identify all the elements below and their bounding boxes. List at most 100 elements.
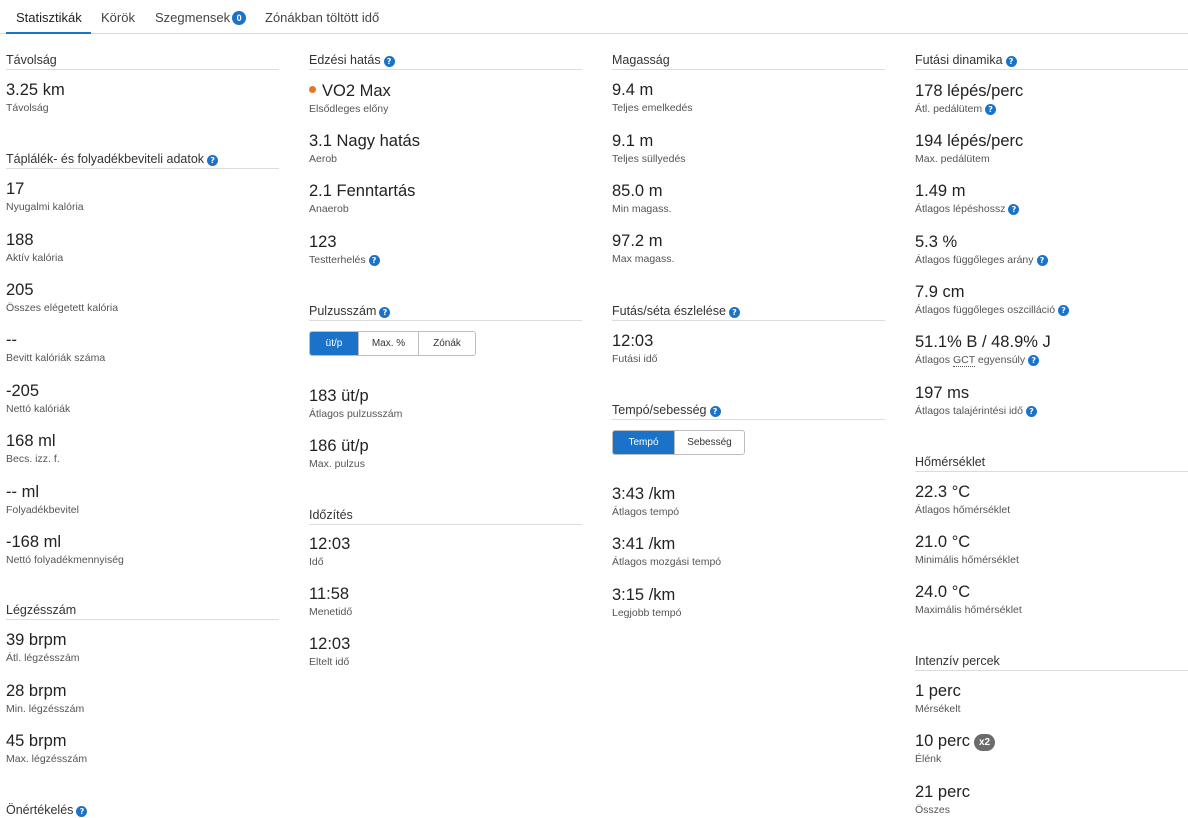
toggle-max-percent[interactable]: Max. % [358,332,418,355]
help-icon[interactable]: ? [1025,406,1037,417]
help-icon[interactable]: ? [379,307,391,318]
stat-label: Idő [309,556,324,568]
section-title-training-effect: Edzési hatás? [309,53,582,70]
stat-value: 39 brpm [6,631,67,649]
stat-label: Átlagos talajérintési idő [915,405,1023,417]
stat-value: -168 ml [6,533,62,551]
stat-label: Nettó folyadékmennyiség [6,554,124,566]
tab-laps[interactable]: Körök [101,10,135,25]
stat-label: Összes [915,804,951,816]
stat-value: 2.1 Fenntartás [309,182,416,200]
stat-elapsed-time: 12:03 Eltelt idő [309,634,582,668]
stat-label: Teljes süllyedés [612,153,686,165]
stat-label: Összes elégetett kalória [6,302,119,314]
help-icon[interactable]: ? [728,307,740,318]
stat-aerobic: 3.1 Nagy hatás Aerob [309,131,582,165]
stat-value: 123 [309,233,337,251]
stat-label: Testterhelés [309,254,366,266]
stat-label: Max. pedálütem [915,153,990,165]
stat-label: Átlagos függőleges oszcilláció [915,304,1056,316]
stat-label: Min. légzésszám [6,703,85,715]
section-title-timing: Időzítés [309,508,582,525]
stat-label: Teljes emelkedés [612,102,693,114]
stat-max-hr: 186 üt/p Max. pulzus [309,436,582,470]
stat-avg-vertical-oscillation: 7.9 cm Átlagos függőleges oszcilláció? [915,282,1188,316]
stat-avg-respiration: 39 brpm Átl. légzésszám [6,630,279,664]
section-title-running-dynamics: Futási dinamika? [915,53,1188,70]
section-title-intensity-minutes: Intenzív percek [915,654,1188,671]
toggle-zones[interactable]: Zónák [418,332,475,355]
stat-avg-pace: 3:43 /km Átlagos tempó [612,484,885,518]
toggle-pace[interactable]: Tempó [613,431,674,454]
stat-label: Aktív kalória [6,252,64,264]
help-icon[interactable]: ? [76,806,88,817]
stat-anaerobic: 2.1 Fenntartás Anaerob [309,181,582,215]
stat-label: Elsődleges előny [309,103,389,115]
help-icon[interactable]: ? [1036,255,1048,266]
stat-value: 1.49 m [915,182,966,200]
help-icon[interactable]: ? [368,255,380,266]
stat-avg-moving-pace: 3:41 /km Átlagos mozgási tempó [612,534,885,568]
stat-label: Max magass. [612,253,675,265]
toggle-speed[interactable]: Sebesség [674,431,744,454]
section-title-elevation: Magasság [612,53,885,70]
tab-segments[interactable]: Szegmensek 0 [155,10,247,25]
help-icon[interactable]: ? [383,56,395,67]
stat-value: 85.0 m [612,182,663,200]
stat-total-descent: 9.1 m Teljes süllyedés [612,131,885,165]
section-title-temperature: Hőmérséklet [915,455,1188,472]
stat-label: Átlagos mozgási tempó [612,556,722,568]
stat-value: 12:03 [309,635,351,653]
stat-label: Menetidő [309,606,353,618]
stat-value: 10 perc [915,732,971,750]
stat-label: Átlagos lépéshossz [915,203,1006,215]
stat-label: Átlagos tempó [612,506,680,518]
help-icon[interactable]: ? [1008,204,1020,215]
gct-abbreviation: GCT [952,354,975,367]
stat-avg-temperature: 22.3 °C Átlagos hőmérséklet [915,482,1188,516]
help-icon[interactable]: ? [985,104,997,115]
section-title-run-walk: Futás/séta észlelése? [612,304,885,321]
section-title-self-evaluation: Önértékelés? [6,803,279,818]
stat-value: 3:15 /km [612,586,676,604]
stat-value: 3.1 Nagy hatás [309,132,420,150]
stat-max-elevation: 97.2 m Max magass. [612,231,885,265]
stat-sweat-loss: 168 ml Becs. izz. f. [6,431,279,465]
stat-label: Átl. légzésszám [6,652,80,664]
stat-value: 186 üt/p [309,437,369,455]
heart-rate-unit-toggle: üt/p Max. % Zónák [309,331,476,356]
tab-time-in-zones[interactable]: Zónákban töltött idő [265,10,379,25]
stat-value: 9.4 m [612,81,654,99]
stat-value: 178 lépés/perc [915,82,1024,100]
stat-avg-stride-length: 1.49 m Átlagos lépéshossz? [915,181,1188,215]
stat-resting-calories: 17 Nyugalmi kalória [6,179,279,213]
help-icon[interactable]: ? [1058,305,1070,316]
stat-label: Becs. izz. f. [6,453,60,465]
stat-distance: 3.25 km Távolság [6,80,279,114]
stat-avg-gct-balance: 51.1% B / 48.9% J Átlagos GCT egyensúly? [915,332,1188,367]
help-icon[interactable]: ? [709,406,721,417]
stat-moving-time: 11:58 Menetidő [309,584,582,618]
stat-label: Maximális hőmérséklet [915,604,1022,616]
stat-value: 12:03 [309,535,351,553]
stat-label: Nyugalmi kalória [6,201,84,213]
stat-label: Átlagos pulzusszám [309,408,403,420]
stat-value: 11:58 [309,585,350,603]
stat-value: 22.3 °C [915,483,971,501]
toggle-bpm[interactable]: üt/p [310,332,358,355]
stat-label: Folyadékbevitel [6,504,79,516]
stat-primary-benefit: VO2 Max Elsődleges előny [309,81,582,115]
section-title-respiration: Légzésszám [6,603,279,620]
stat-fluid-intake: -- ml Folyadékbevitel [6,482,279,516]
tab-statistics[interactable]: Statisztikák [16,10,82,25]
help-icon[interactable]: ? [1028,355,1040,366]
help-icon[interactable]: ? [207,155,219,166]
stat-label: Bevitt kalóriák száma [6,352,106,364]
stat-total-calories: 205 Összes elégetett kalória [6,280,279,314]
stat-value: 183 üt/p [309,387,369,405]
help-icon[interactable]: ? [1005,56,1017,67]
stat-min-elevation: 85.0 m Min magass. [612,181,885,215]
stat-value: 3:41 /km [612,535,676,553]
stat-max-respiration: 45 brpm Max. légzésszám [6,731,279,765]
stat-avg-cadence: 178 lépés/perc Átl. pedálütem? [915,81,1188,115]
